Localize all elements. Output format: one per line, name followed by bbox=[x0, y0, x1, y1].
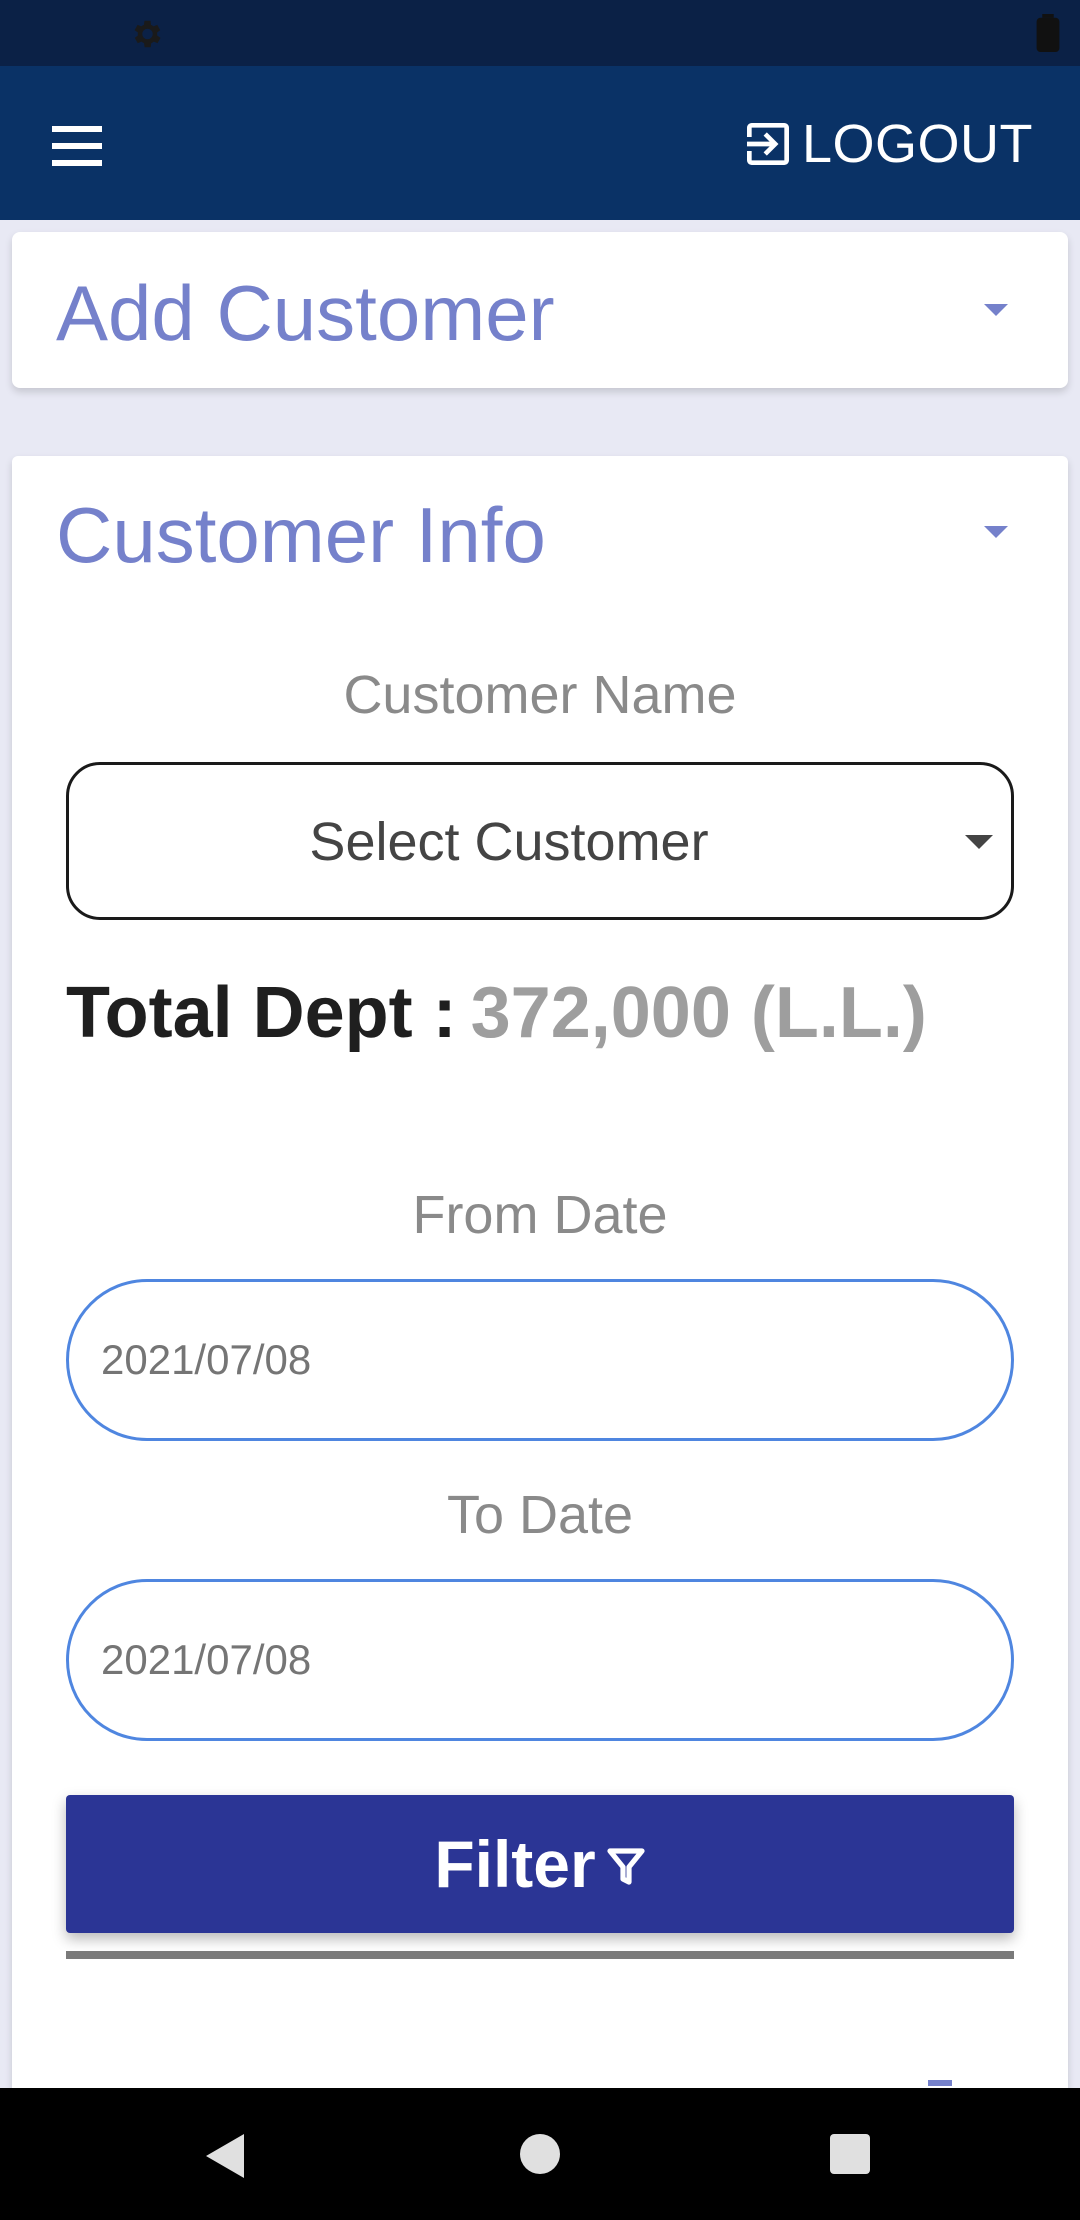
next-panel-caret bbox=[928, 2080, 952, 2086]
back-icon[interactable] bbox=[204, 2132, 248, 2180]
hamburger-menu-icon[interactable] bbox=[44, 118, 110, 174]
chevron-down-icon[interactable] bbox=[984, 526, 1008, 538]
home-icon[interactable] bbox=[520, 2134, 560, 2174]
from-date-input[interactable] bbox=[66, 1279, 1014, 1441]
to-date-label: To Date bbox=[446, 1485, 634, 1545]
logout-icon bbox=[747, 123, 789, 165]
to-date-input[interactable] bbox=[66, 1579, 1014, 1741]
gear-icon bbox=[134, 20, 161, 48]
app-bar: LOGOUT bbox=[0, 66, 1080, 220]
add-customer-panel[interactable]: Add Customer bbox=[12, 232, 1068, 388]
customer-select-value: Select Customer bbox=[309, 812, 709, 872]
logout-button[interactable]: LOGOUT bbox=[740, 106, 1040, 182]
chevron-down-icon[interactable] bbox=[984, 304, 1008, 316]
total-dept-value: 372,000 (L.L.) bbox=[470, 973, 927, 1053]
filter-funnel-icon bbox=[607, 1848, 645, 1885]
customer-name-label: Customer Name bbox=[343, 665, 737, 725]
filter-label: Filter bbox=[434, 1827, 596, 1901]
logout-label: LOGOUT bbox=[802, 114, 1034, 174]
divider bbox=[66, 1951, 1014, 1959]
total-dept-row: Total Dept :372,000 (L.L.) bbox=[66, 972, 927, 1054]
from-date-label: From Date bbox=[412, 1185, 668, 1245]
customer-select[interactable]: Select Customer bbox=[66, 762, 1014, 920]
filter-button[interactable]: Filter bbox=[66, 1795, 1014, 1933]
dropdown-arrow-icon bbox=[965, 835, 993, 849]
add-customer-title: Add Customer bbox=[56, 269, 555, 357]
system-nav-bar bbox=[0, 2088, 1080, 2220]
status-bar bbox=[0, 0, 1080, 66]
customer-info-title: Customer Info bbox=[56, 491, 546, 579]
recents-icon[interactable] bbox=[830, 2134, 870, 2174]
total-dept-label: Total Dept : bbox=[66, 973, 457, 1053]
battery-icon bbox=[1036, 14, 1060, 52]
